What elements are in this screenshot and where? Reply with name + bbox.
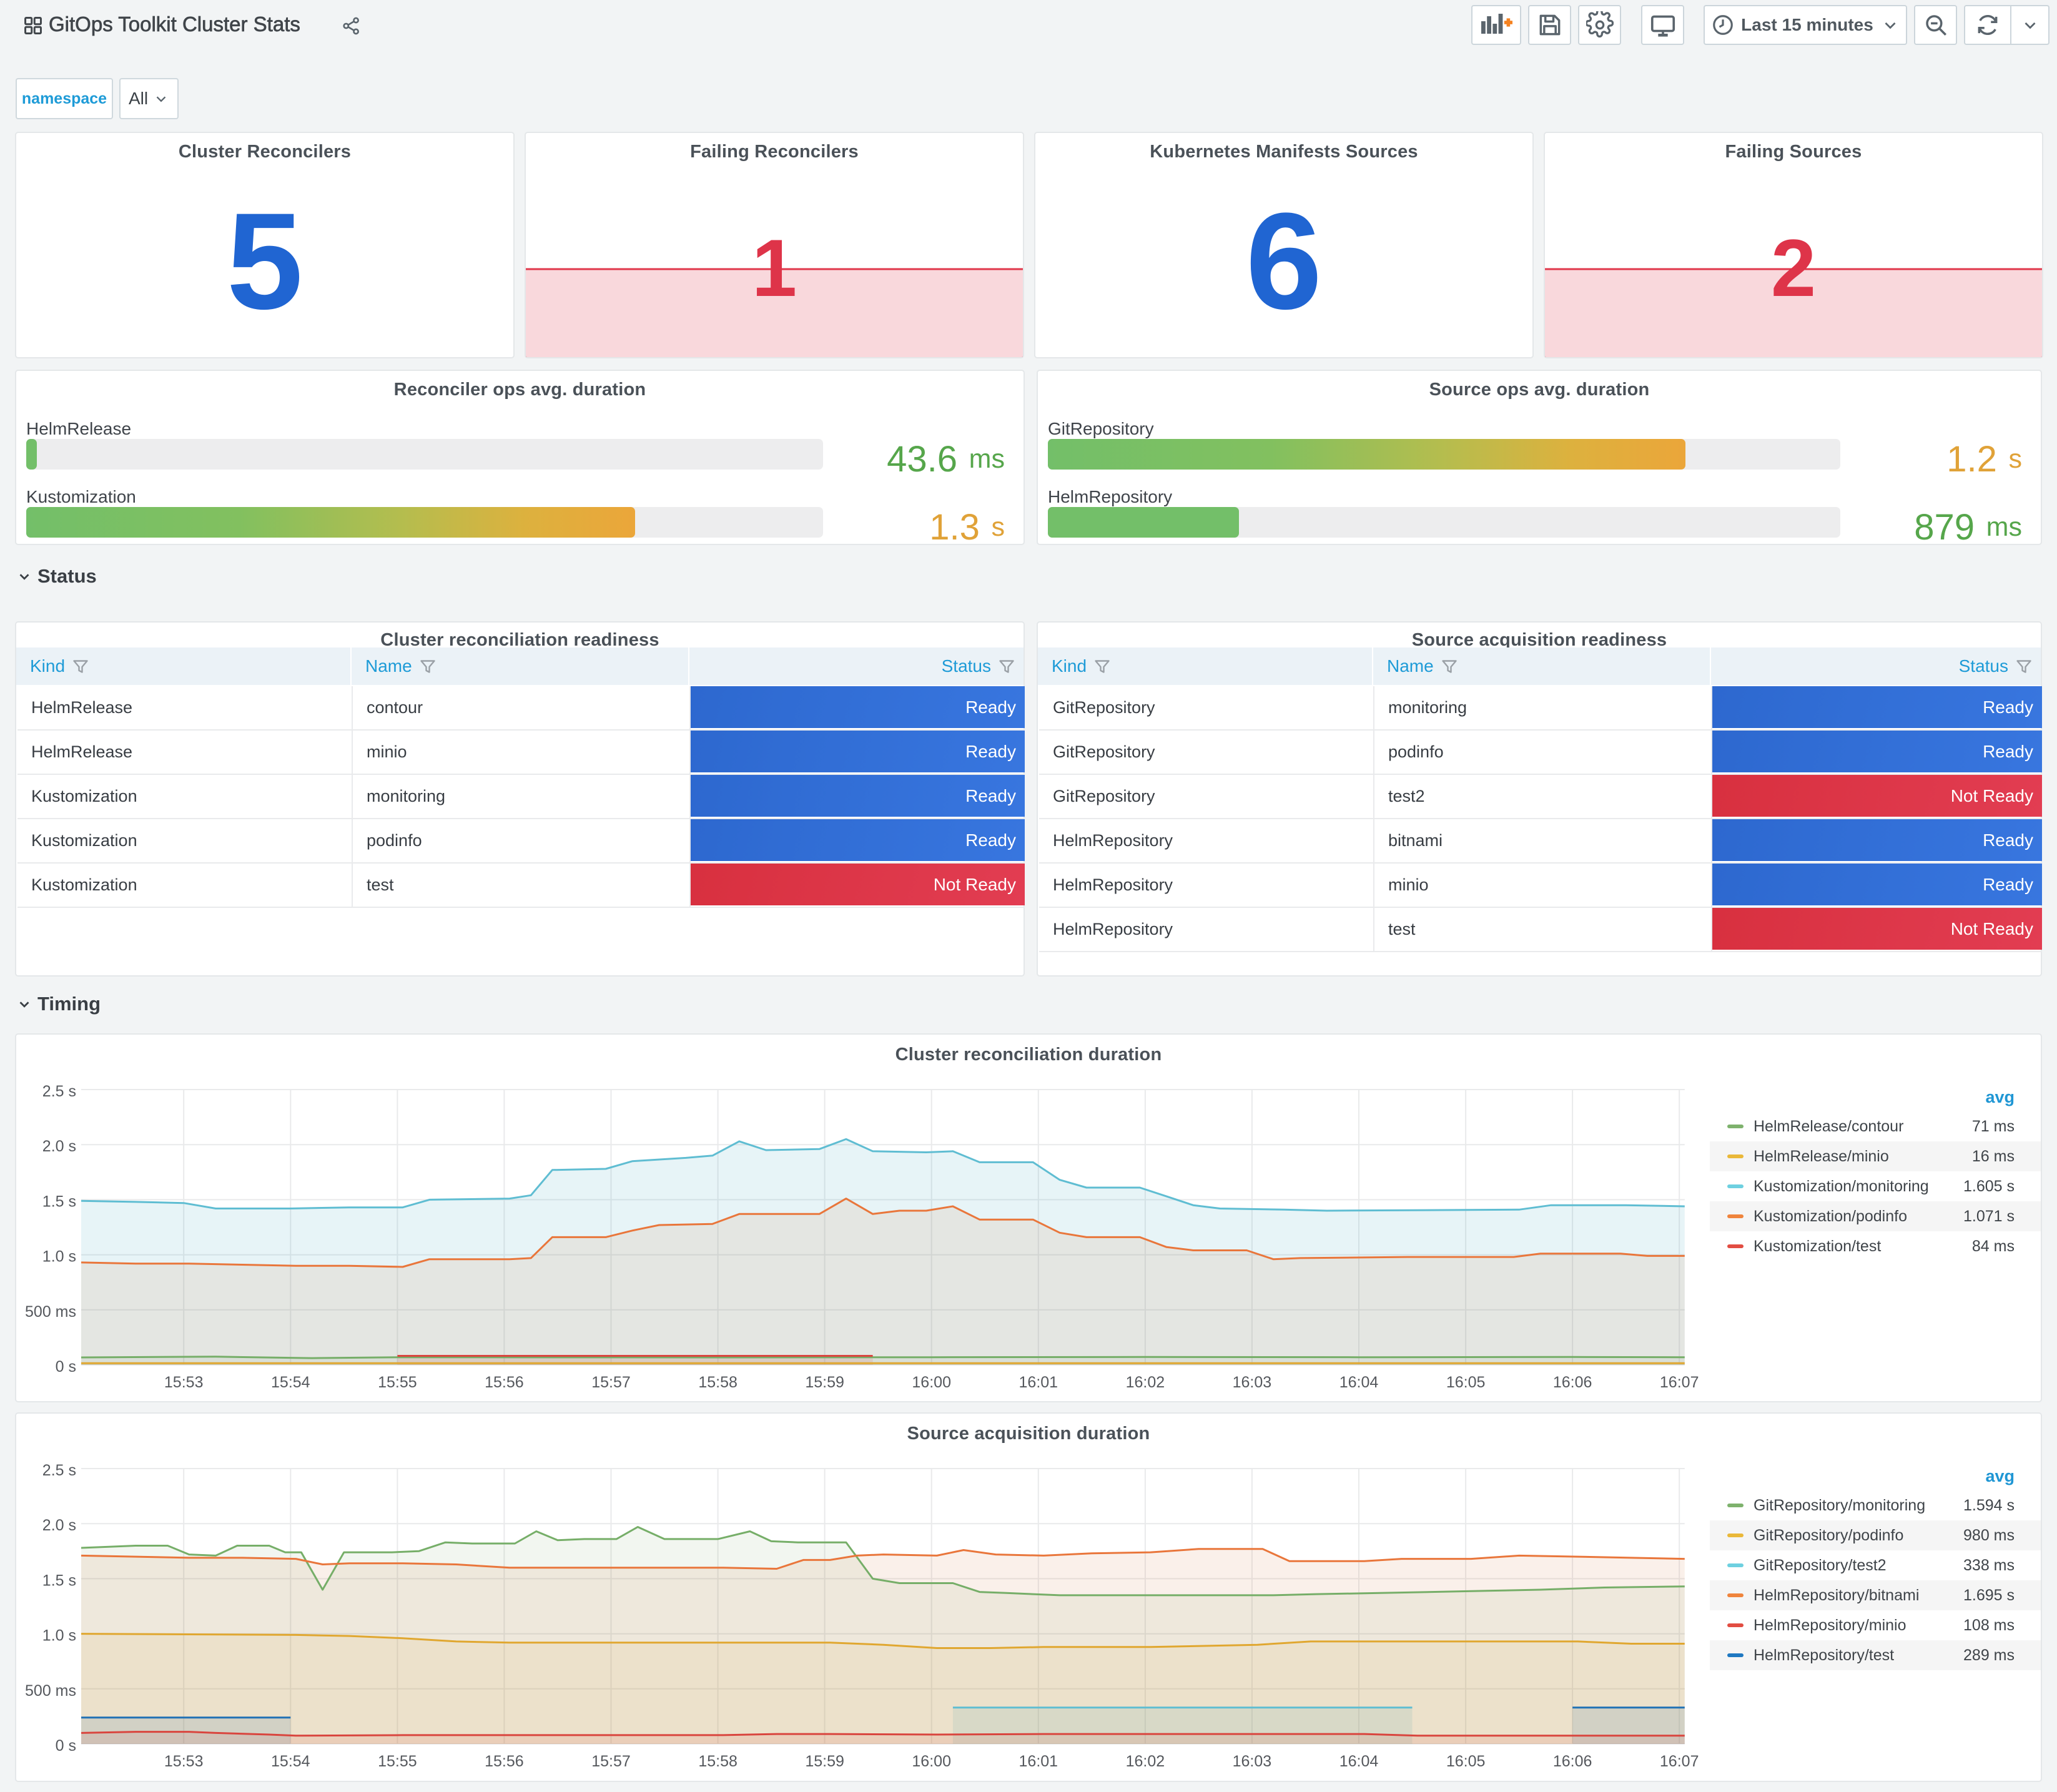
svg-text:15:53: 15:53 xyxy=(164,1753,204,1770)
svg-text:0 s: 0 s xyxy=(56,1737,76,1755)
svg-text:500 ms: 500 ms xyxy=(25,1303,76,1321)
svg-text:16:06: 16:06 xyxy=(1553,1374,1592,1391)
svg-text:16:06: 16:06 xyxy=(1553,1753,1592,1770)
svg-text:15:59: 15:59 xyxy=(805,1753,844,1770)
svg-text:1.5 s: 1.5 s xyxy=(42,1193,76,1210)
svg-text:15:57: 15:57 xyxy=(591,1374,631,1391)
svg-text:16:02: 16:02 xyxy=(1126,1753,1165,1770)
svg-text:16:05: 16:05 xyxy=(1446,1374,1486,1391)
svg-text:16:04: 16:04 xyxy=(1339,1753,1379,1770)
svg-text:15:57: 15:57 xyxy=(591,1753,631,1770)
svg-text:2.0 s: 2.0 s xyxy=(42,1517,76,1534)
svg-text:16:00: 16:00 xyxy=(912,1753,951,1770)
svg-text:15:59: 15:59 xyxy=(805,1374,844,1391)
svg-text:15:55: 15:55 xyxy=(378,1374,417,1391)
svg-text:16:07: 16:07 xyxy=(1660,1753,1699,1770)
svg-text:15:58: 15:58 xyxy=(698,1374,737,1391)
svg-text:16:07: 16:07 xyxy=(1660,1374,1699,1391)
svg-text:16:04: 16:04 xyxy=(1339,1374,1379,1391)
svg-text:1.0 s: 1.0 s xyxy=(42,1627,76,1645)
svg-text:15:58: 15:58 xyxy=(698,1753,737,1770)
svg-text:16:02: 16:02 xyxy=(1126,1374,1165,1391)
svg-text:15:53: 15:53 xyxy=(164,1374,204,1391)
svg-text:1.5 s: 1.5 s xyxy=(42,1572,76,1589)
svg-text:2.0 s: 2.0 s xyxy=(42,1138,76,1155)
svg-text:15:54: 15:54 xyxy=(271,1753,310,1770)
svg-text:15:56: 15:56 xyxy=(485,1753,524,1770)
svg-text:16:05: 16:05 xyxy=(1446,1753,1486,1770)
svg-text:16:03: 16:03 xyxy=(1233,1753,1272,1770)
svg-text:1.0 s: 1.0 s xyxy=(42,1248,76,1266)
svg-text:500 ms: 500 ms xyxy=(25,1682,76,1700)
svg-text:2.5 s: 2.5 s xyxy=(42,1462,76,1479)
svg-text:15:56: 15:56 xyxy=(485,1374,524,1391)
svg-text:16:01: 16:01 xyxy=(1019,1753,1058,1770)
svg-text:2.5 s: 2.5 s xyxy=(42,1083,76,1100)
svg-text:16:01: 16:01 xyxy=(1019,1374,1058,1391)
svg-text:0 s: 0 s xyxy=(56,1358,76,1376)
svg-text:16:03: 16:03 xyxy=(1233,1374,1272,1391)
svg-text:15:55: 15:55 xyxy=(378,1753,417,1770)
svg-text:15:54: 15:54 xyxy=(271,1374,310,1391)
svg-text:16:00: 16:00 xyxy=(912,1374,951,1391)
